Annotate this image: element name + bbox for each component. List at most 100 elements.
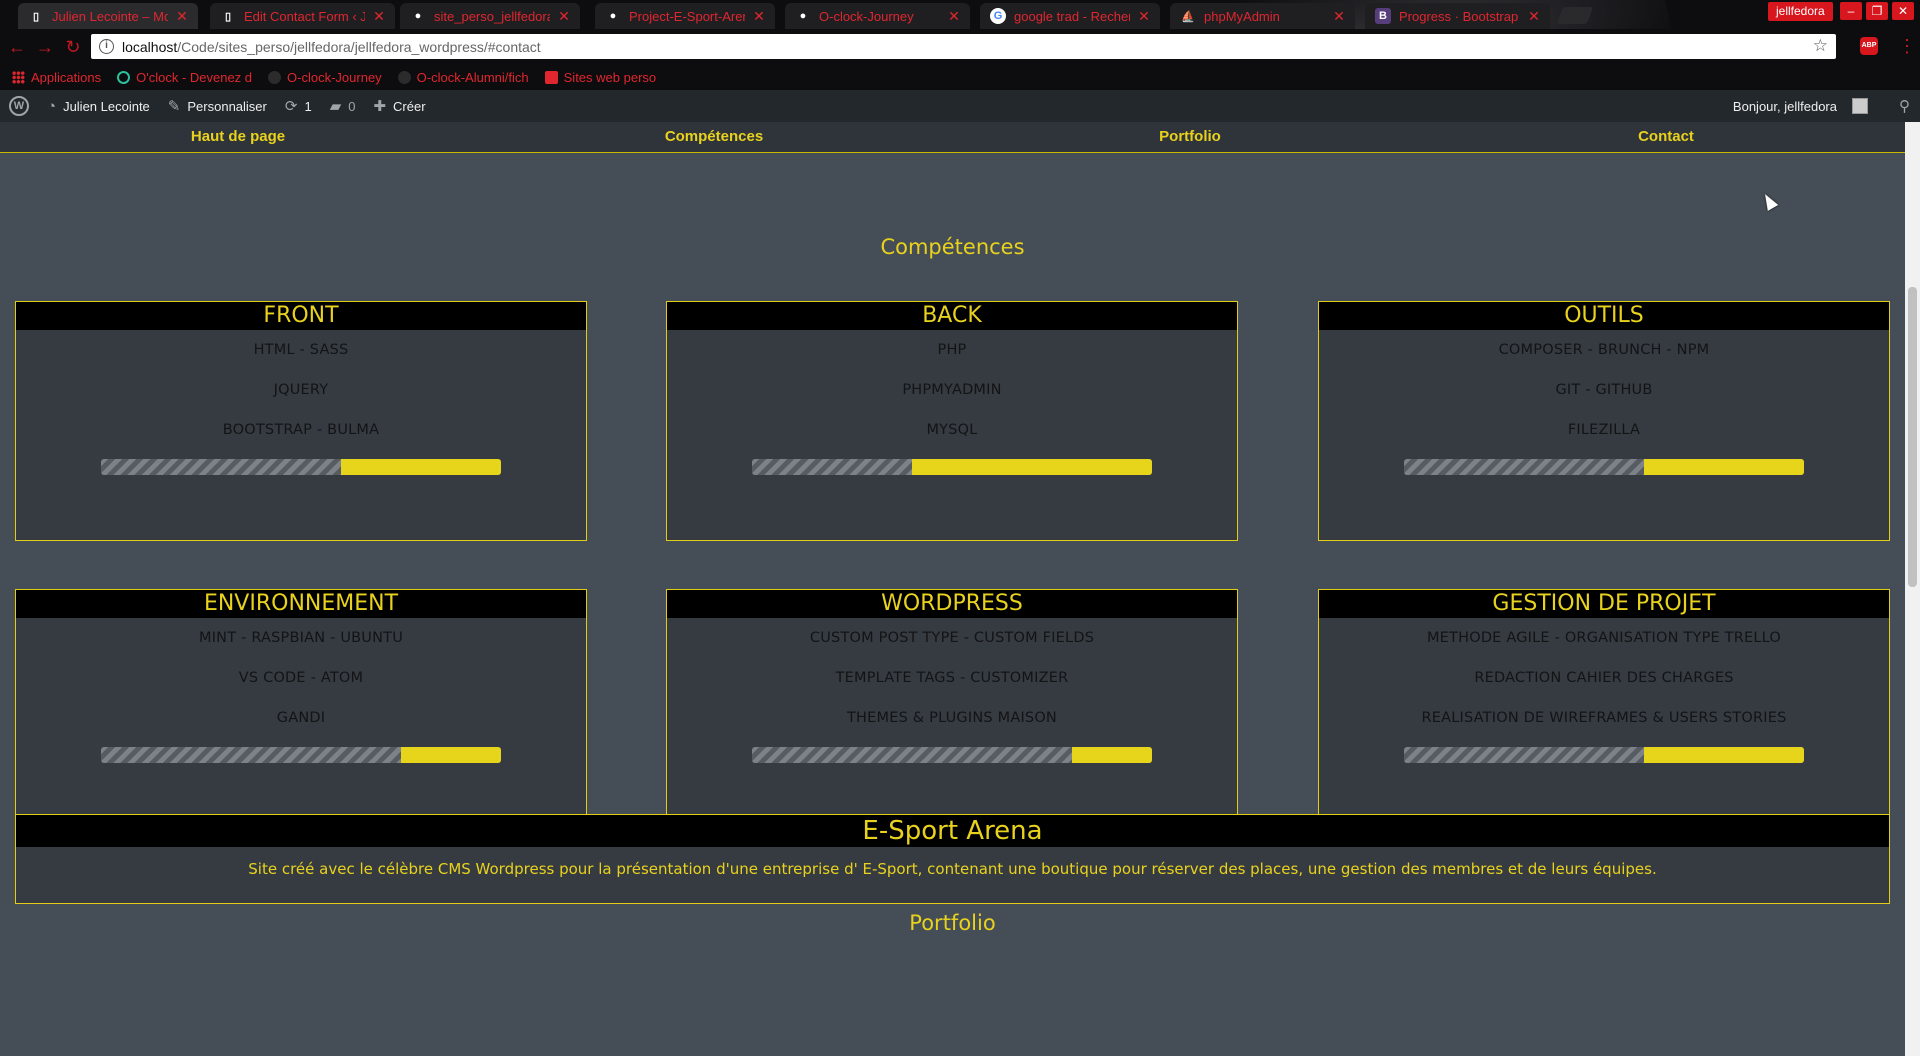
skill-progress-bar <box>752 747 1152 763</box>
comments-count: 0 <box>348 98 356 114</box>
account-menu[interactable]: Bonjour, jellfedora <box>1724 90 1877 122</box>
folder-icon <box>544 71 558 84</box>
github-icon <box>397 71 411 84</box>
tab-5[interactable]: G google trad - Recherche ✕ <box>980 3 1160 29</box>
github-icon: ● <box>414 10 422 22</box>
nav-haut-de-page[interactable]: Haut de page <box>191 122 285 152</box>
project-card[interactable]: E-Sport Arena Site créé avec le célèbre … <box>15 814 1890 904</box>
tab-3[interactable]: ● Project-E-Sport-Arena ✕ <box>595 3 775 29</box>
tab-7[interactable]: B Progress · Bootstrap ✕ <box>1365 3 1550 29</box>
skill-item: FILEZILLA <box>1567 422 1641 438</box>
close-icon[interactable]: ✕ <box>1333 8 1345 25</box>
site-name-link[interactable]: ◔ Julien Lecointe <box>38 90 159 122</box>
skill-item: PHP <box>937 342 967 358</box>
project-description: Site créé avec le célèbre CMS Wordpress … <box>248 860 1657 878</box>
tab-title: Project-E-Sport-Arena <box>629 8 745 24</box>
comment-icon: ▰ <box>329 98 342 115</box>
browser-tab-strip: ▯ Julien Lecointe – Mon site ✕ ▯ Edit Co… <box>0 0 1920 29</box>
skill-progress-fill <box>1072 747 1152 763</box>
menu-kebab-icon[interactable]: ⋮ <box>1898 36 1916 56</box>
skill-card-title: BACK <box>667 302 1237 330</box>
skill-item: REDACTION CAHIER DES CHARGES <box>1474 670 1734 686</box>
github-icon <box>268 71 282 84</box>
customize-link[interactable]: ✎ Personnaliser <box>159 90 276 122</box>
skill-card-title: OUTILS <box>1319 302 1889 330</box>
close-icon[interactable]: ✕ <box>373 8 385 25</box>
search-icon[interactable]: ⚲ <box>1899 97 1910 115</box>
tab-2[interactable]: ● site_perso_jellfedora/jj ✕ <box>400 3 580 29</box>
tab-title: Julien Lecointe – Mon site <box>52 8 168 24</box>
minimize-icon[interactable]: – <box>1840 2 1862 20</box>
bookmark-sites-web-perso[interactable]: Sites web perso <box>544 70 657 85</box>
address-bar[interactable]: i localhost/Code/sites_perso/jellfedora/… <box>91 34 1836 59</box>
bookmark-label: Applications <box>31 70 102 85</box>
skill-progress-bar <box>1404 459 1804 475</box>
bookmark-applications[interactable]: Applications <box>12 70 101 85</box>
skill-item: METHODE AGILE - ORGANISATION TYPE TRELLO <box>1426 630 1782 646</box>
updates-link[interactable]: ⟳ 1 <box>276 90 321 122</box>
bookmark-oclock[interactable]: O'clock - Devenez d <box>117 70 252 85</box>
reload-icon[interactable]: ↻ <box>63 37 83 57</box>
site-navigation: Haut de page Compétences Portfolio Conta… <box>0 122 1905 153</box>
apps-icon <box>12 71 25 84</box>
close-icon[interactable]: ✕ <box>176 8 188 25</box>
restore-icon[interactable]: ❐ <box>1866 2 1888 20</box>
info-icon[interactable]: i <box>99 39 114 54</box>
skill-card-title: GESTION DE PROJET <box>1319 590 1889 618</box>
close-icon[interactable]: ✕ <box>1138 8 1150 25</box>
bookmark-label: Sites web perso <box>563 70 657 85</box>
back-icon[interactable]: ← <box>7 37 27 57</box>
new-content-link[interactable]: ✚ Créer <box>364 90 434 122</box>
bookmark-label: O'clock - Devenez d <box>136 70 253 85</box>
tab-title: site_perso_jellfedora/jj <box>434 8 550 24</box>
skill-card-back: BACK PHP PHPMYADMIN MYSQL <box>666 301 1238 541</box>
skill-item: MYSQL <box>926 422 978 438</box>
close-icon[interactable]: ✕ <box>1528 8 1540 25</box>
skill-card-outils: OUTILS COMPOSER - BRUNCH - NPM GIT - GITHU… <box>1318 301 1890 541</box>
tab-title: google trad - Recherche <box>1014 8 1130 24</box>
profile-button[interactable]: jellfedora <box>1768 2 1833 21</box>
tab-6[interactable]: ⛵ phpMyAdmin ✕ <box>1170 3 1355 29</box>
forward-icon[interactable]: → <box>35 37 55 57</box>
close-icon[interactable]: ✕ <box>753 8 765 25</box>
tab-4[interactable]: ● O-clock-Journey ✕ <box>785 3 970 29</box>
wp-logo-button[interactable]: W <box>0 90 38 122</box>
customize-label: Personnaliser <box>187 98 267 114</box>
bookmark-oclock-alumni[interactable]: O-clock-Alumni/fich <box>397 70 529 85</box>
adblock-icon[interactable]: ABP <box>1860 37 1878 55</box>
wordpress-icon: W <box>9 96 29 116</box>
skill-item: GIT - GITHUB <box>1555 382 1653 398</box>
bookmark-star-icon[interactable]: ☆ <box>1813 36 1828 56</box>
updates-count: 1 <box>304 98 312 114</box>
bookmark-label: O-clock-Journey <box>287 70 382 85</box>
page-icon: ▯ <box>32 10 40 23</box>
new-tab-button[interactable] <box>1556 7 1594 24</box>
new-label: Créer <box>393 98 426 114</box>
window-close-icon[interactable]: ✕ <box>1892 2 1914 20</box>
nav-contact[interactable]: Contact <box>1638 122 1694 152</box>
tab-1[interactable]: ▯ Edit Contact Form ‹ Juli ✕ <box>210 3 395 29</box>
skill-card-environnement: ENVIRONNEMENT MINT - RASPBIAN - UBUNTU VS … <box>15 589 587 829</box>
page-scrollbar[interactable] <box>1905 122 1920 1056</box>
skill-progress-bar <box>101 459 501 475</box>
skill-item: MINT - RASPBIAN - UBUNTU <box>198 630 404 646</box>
updates-icon: ⟳ <box>284 98 298 115</box>
comments-link[interactable]: ▰ 0 <box>321 90 365 122</box>
scrollbar-thumb[interactable] <box>1908 287 1917 587</box>
skill-item: BOOTSTRAP - BULMA <box>222 422 380 438</box>
nav-portfolio[interactable]: Portfolio <box>1159 122 1221 152</box>
skill-item: HTML - SASS <box>253 342 349 358</box>
nav-competences[interactable]: Compétences <box>665 122 763 152</box>
wp-admin-bar: W ◔ Julien Lecointe ✎ Personnaliser ⟳ 1 … <box>0 90 1920 122</box>
close-icon[interactable]: ✕ <box>558 8 570 25</box>
tab-title: O-clock-Journey <box>819 8 914 24</box>
skills-section-title: Compétences <box>880 235 1025 259</box>
tab-0[interactable]: ▯ Julien Lecointe – Mon site ✕ <box>18 3 198 29</box>
project-title: E-Sport Arena <box>16 815 1889 847</box>
bootstrap-icon: B <box>1375 8 1391 24</box>
google-icon: G <box>990 8 1006 24</box>
skill-card-gestion-de-projet: GESTION DE PROJET METHODE AGILE - ORGANIS… <box>1318 589 1890 829</box>
skill-item: REALISATION DE WIREFRAMES & USERS STORIE… <box>1421 710 1787 726</box>
bookmark-oclock-journey[interactable]: O-clock-Journey <box>268 70 382 85</box>
close-icon[interactable]: ✕ <box>948 8 960 25</box>
